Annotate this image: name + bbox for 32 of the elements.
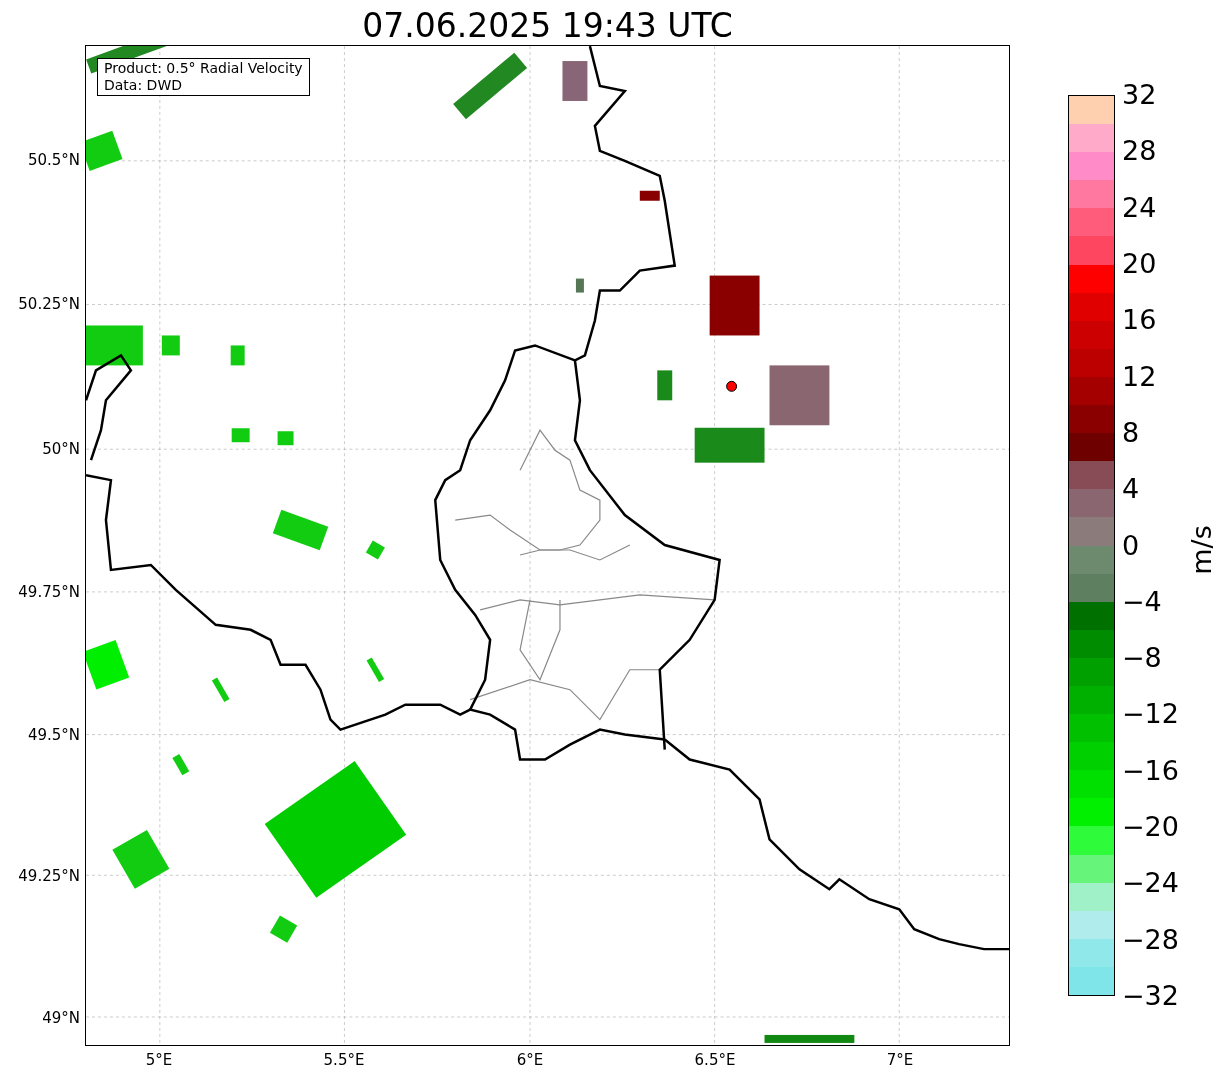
- colorbar-tick-label: 32: [1122, 80, 1157, 110]
- colorbar-tick-label: 16: [1122, 305, 1157, 336]
- colorbar-tick-label: 12: [1122, 361, 1157, 392]
- colorbar-tick-label: −4: [1122, 586, 1162, 617]
- longitude-label: 5°E: [144, 1051, 174, 1069]
- colorbar-tick-label: −32: [1122, 981, 1179, 1011]
- info-text: Product: 0.5° Radial Velocity: [104, 60, 303, 77]
- latitude-label: 50.25°N: [18, 295, 80, 313]
- colorbar-tick-label: 4: [1122, 474, 1140, 505]
- colorbar-tick-label: −16: [1122, 755, 1179, 786]
- longitude-label: 5.5°E: [322, 1051, 366, 1069]
- colorbar-tick-label: 24: [1122, 192, 1157, 223]
- longitude-label: 7°E: [885, 1051, 915, 1069]
- colorbar-tick-label: −20: [1122, 812, 1179, 843]
- colorbar-tick-label: −12: [1122, 699, 1179, 730]
- info-text: Data: DWD: [104, 77, 183, 94]
- latitude-label: 49°N: [42, 1009, 80, 1027]
- latitude-label: 50.5°N: [27, 151, 80, 169]
- latitude-label: 50°N: [42, 440, 80, 458]
- latitude-label: 49.25°N: [18, 867, 80, 885]
- longitude-label: 6°E: [515, 1051, 545, 1069]
- colorbar-tick-label: −24: [1122, 868, 1179, 899]
- longitude-label: 6.5°E: [693, 1051, 737, 1069]
- latitude-label: 49.5°N: [27, 726, 80, 744]
- latitude-label: 49.75°N: [18, 583, 80, 601]
- colorbar-tick-label: −28: [1122, 924, 1179, 955]
- chart-title: 07.06.2025 19:43 UTC: [361, 5, 734, 47]
- colorbar-tick-label: −8: [1122, 643, 1162, 674]
- colorbar-tick-label: 28: [1122, 136, 1157, 167]
- colorbar-tick-label: 0: [1122, 530, 1140, 561]
- colorbar-tick-label: 8: [1122, 417, 1140, 448]
- colorbar-tick-label: 20: [1122, 248, 1157, 279]
